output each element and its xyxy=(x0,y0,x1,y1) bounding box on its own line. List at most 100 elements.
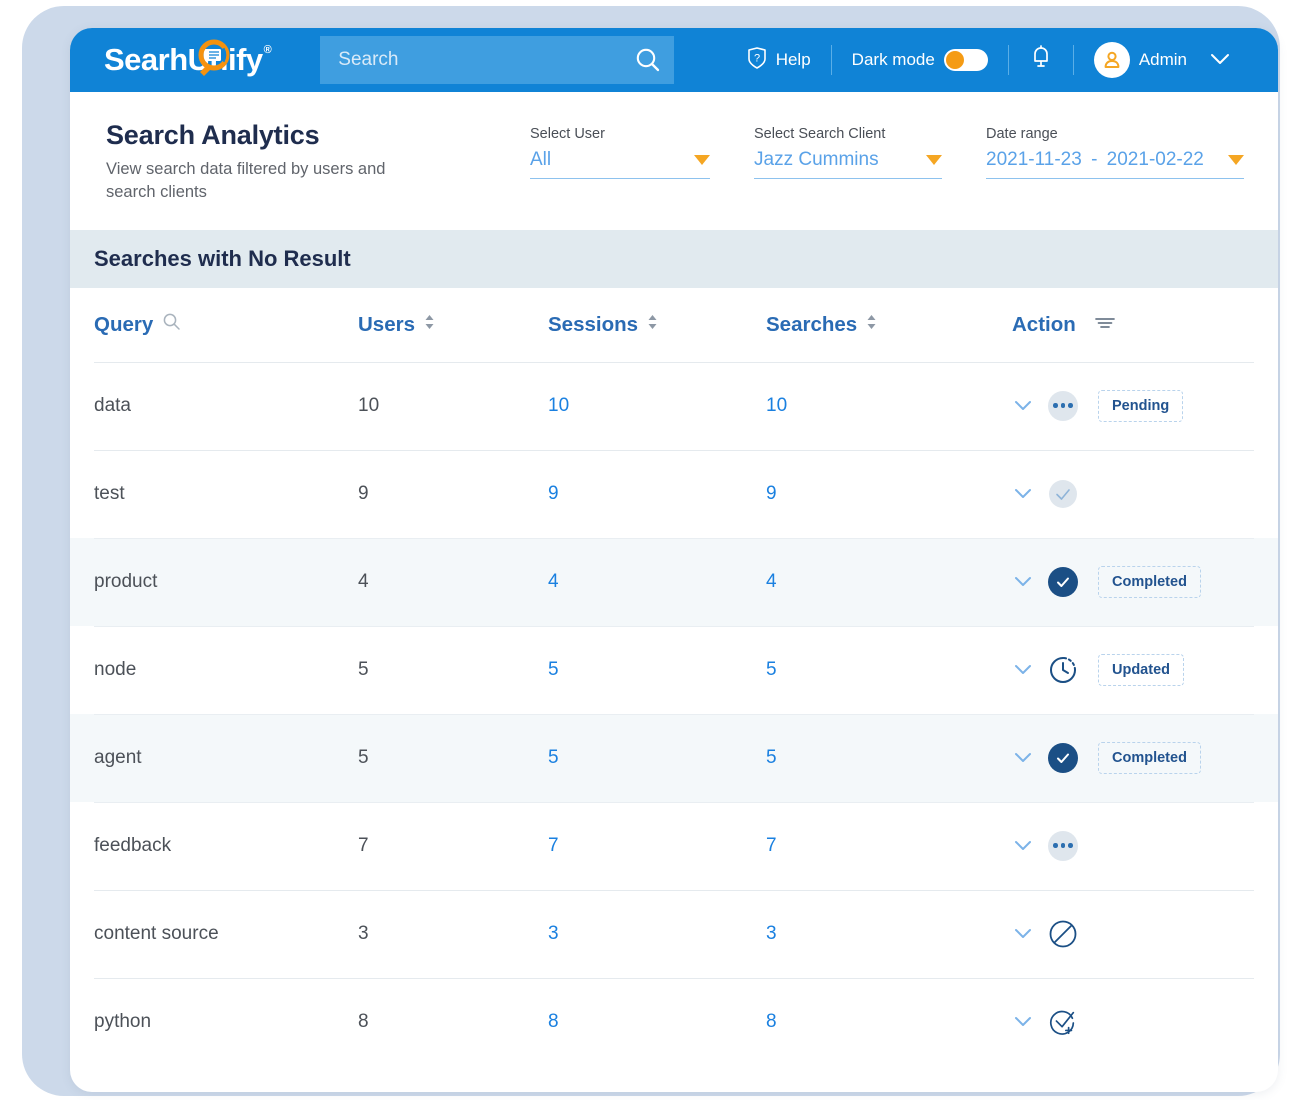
sort-arrows-icon[interactable] xyxy=(424,312,435,338)
user-menu[interactable]: Admin xyxy=(1074,42,1250,78)
cell-sessions[interactable]: 4 xyxy=(548,571,766,593)
column-header-searches[interactable]: Searches xyxy=(766,312,1004,338)
cell-sessions[interactable]: 3 xyxy=(548,923,766,945)
chevron-down-icon[interactable] xyxy=(1012,483,1034,505)
date-range-end: 2021-02-22 xyxy=(1106,149,1204,170)
column-header-query[interactable]: Query xyxy=(70,312,358,337)
filter-value: Jazz Cummins xyxy=(754,149,879,170)
cell-sessions[interactable]: 7 xyxy=(548,835,766,857)
top-bar-actions: ? Help Dark mode Admin xyxy=(727,42,1250,78)
cell-sessions[interactable]: 5 xyxy=(548,659,766,681)
chevron-down-icon[interactable] xyxy=(1012,747,1034,769)
cell-action xyxy=(1004,830,1278,861)
cell-searches[interactable]: 3 xyxy=(766,923,1004,945)
help-shield-icon: ? xyxy=(747,46,767,74)
table-row[interactable]: test 9 9 9 xyxy=(70,449,1278,538)
dark-mode-toggle[interactable]: Dark mode xyxy=(832,49,1008,71)
sort-arrows-icon[interactable] xyxy=(866,312,877,338)
filter-value: All xyxy=(530,149,552,170)
cell-sessions[interactable]: 10 xyxy=(548,395,766,417)
global-search[interactable] xyxy=(320,36,675,84)
filter-select-user[interactable]: Select User All xyxy=(530,126,710,179)
dropdown-caret-icon[interactable] xyxy=(1228,155,1244,165)
page-heading-block: Search Analytics View search data filter… xyxy=(106,120,436,204)
column-label: Users xyxy=(358,312,415,336)
toggle-switch[interactable] xyxy=(943,49,988,71)
table-row[interactable]: data 10 10 10 Pending xyxy=(70,361,1278,450)
row-separator xyxy=(94,449,1254,451)
filter-control[interactable]: All xyxy=(530,149,710,179)
table-row[interactable]: python 8 8 8 xyxy=(70,977,1278,1066)
dropdown-caret-icon[interactable] xyxy=(926,155,942,165)
row-separator xyxy=(94,977,1254,979)
date-range-start: 2021-11-23 xyxy=(986,149,1082,170)
cell-sessions[interactable]: 9 xyxy=(548,483,766,505)
page-header-row: Search Analytics View search data filter… xyxy=(70,92,1278,204)
table-row[interactable]: node 5 5 5 Updated xyxy=(70,625,1278,714)
chevron-down-icon[interactable] xyxy=(1012,835,1034,857)
magnifier-logo-icon xyxy=(192,39,230,77)
check-light-icon[interactable] xyxy=(1048,479,1078,509)
cell-searches[interactable]: 5 xyxy=(766,659,1004,681)
column-header-action[interactable]: Action xyxy=(1004,313,1278,337)
more-dots-icon[interactable] xyxy=(1048,830,1078,861)
check-filled-icon[interactable] xyxy=(1048,742,1078,773)
block-slash-icon[interactable] xyxy=(1048,919,1078,949)
check-plus-icon[interactable] xyxy=(1048,1007,1078,1037)
chevron-down-icon[interactable] xyxy=(1012,571,1034,593)
cell-searches[interactable]: 7 xyxy=(766,835,1004,857)
chevron-down-icon[interactable] xyxy=(1210,50,1230,70)
cell-query: python xyxy=(94,1010,152,1032)
table-row[interactable]: feedback 7 7 7 xyxy=(70,801,1278,890)
table-header-row: Query Users Sessions Searches Action xyxy=(70,288,1278,362)
table-row[interactable]: content source 3 3 3 xyxy=(70,889,1278,978)
column-header-users[interactable]: Users xyxy=(358,312,548,338)
table-row[interactable]: agent 5 5 5 Completed xyxy=(70,713,1278,802)
row-separator xyxy=(94,537,1254,539)
brand-logo[interactable]: Sear hUnify ® xyxy=(104,39,272,78)
column-header-sessions[interactable]: Sessions xyxy=(548,312,766,338)
cell-action xyxy=(1004,479,1278,509)
chevron-down-icon[interactable] xyxy=(1012,923,1034,945)
cell-sessions[interactable]: 5 xyxy=(548,747,766,769)
search-input[interactable] xyxy=(320,49,623,71)
chevron-down-icon[interactable] xyxy=(1012,1011,1034,1033)
notification-bell-icon[interactable] xyxy=(1029,44,1053,76)
cell-searches[interactable]: 8 xyxy=(766,1011,1004,1033)
row-separator xyxy=(94,361,1254,363)
check-filled-icon[interactable] xyxy=(1048,566,1078,597)
sort-arrows-icon[interactable] xyxy=(647,312,658,338)
cell-sessions[interactable]: 8 xyxy=(548,1011,766,1033)
page-frame: Sear hUnify ® xyxy=(22,6,1280,1096)
dropdown-caret-icon[interactable] xyxy=(694,155,710,165)
filter-select-search-client[interactable]: Select Search Client Jazz Cummins xyxy=(754,126,942,179)
page-subtitle: View search data filtered by users and s… xyxy=(106,160,386,201)
notifications-button[interactable] xyxy=(1009,44,1073,76)
search-icon[interactable] xyxy=(162,312,181,337)
clock-history-icon[interactable] xyxy=(1048,655,1078,685)
status-badge: Completed xyxy=(1098,565,1201,598)
table-row[interactable]: product 4 4 4 Completed xyxy=(70,537,1278,626)
cell-users: 3 xyxy=(358,922,369,944)
date-range-separator: - xyxy=(1091,149,1098,170)
cell-action: Completed xyxy=(1004,741,1278,774)
filter-date-range[interactable]: Date range 2021-11-23 - 2021-02-22 xyxy=(986,126,1244,179)
filter-lines-icon[interactable] xyxy=(1094,313,1116,337)
status-badge: Pending xyxy=(1098,389,1184,422)
cell-query: node xyxy=(94,658,137,680)
cell-query: product xyxy=(94,570,158,592)
more-dots-icon[interactable] xyxy=(1048,390,1078,421)
filter-control[interactable]: Jazz Cummins xyxy=(754,149,942,179)
search-icon[interactable] xyxy=(622,36,674,84)
cell-searches[interactable]: 4 xyxy=(766,571,1004,593)
cell-searches[interactable]: 9 xyxy=(766,483,1004,505)
filter-control[interactable]: 2021-11-23 - 2021-02-22 xyxy=(986,149,1244,179)
cell-query: content source xyxy=(94,922,219,944)
chevron-down-icon[interactable] xyxy=(1012,395,1034,417)
cell-action: Completed xyxy=(1004,565,1278,598)
cell-searches[interactable]: 10 xyxy=(766,395,1004,417)
help-button[interactable]: ? Help xyxy=(727,46,831,74)
chevron-down-icon[interactable] xyxy=(1012,659,1034,681)
cell-searches[interactable]: 5 xyxy=(766,747,1004,769)
column-label: Sessions xyxy=(548,312,639,336)
